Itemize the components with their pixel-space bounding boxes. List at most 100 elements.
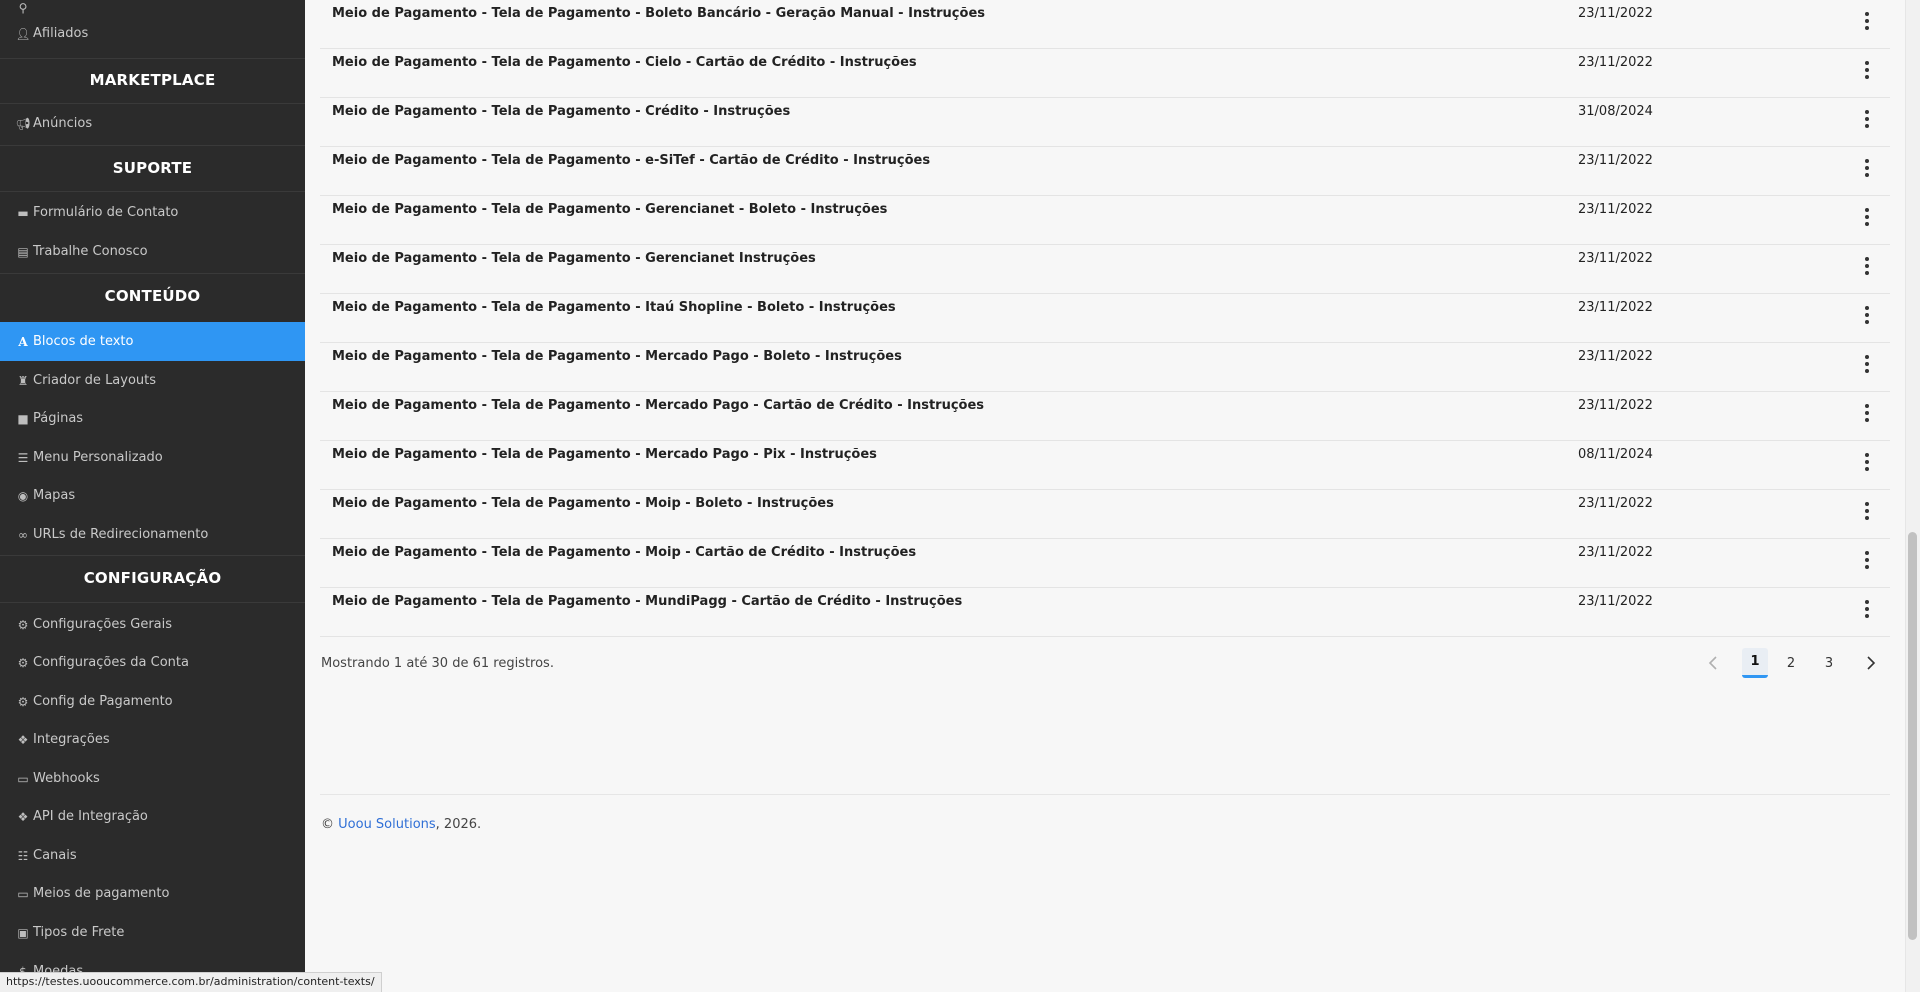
sidebar-item-formulario-contato[interactable]: ▬ Formulário de Contato xyxy=(0,193,305,232)
row-title[interactable]: Meio de Pagamento - Tela de Pagamento - … xyxy=(332,6,985,21)
row-title[interactable]: Meio de Pagamento - Tela de Pagamento - … xyxy=(332,202,887,217)
page-scrollbar[interactable] xyxy=(1905,0,1920,992)
page-button-1[interactable]: 1 xyxy=(1742,648,1768,678)
table-row[interactable]: Meio de Pagamento - Tela de Pagamento - … xyxy=(320,196,1890,245)
user-icon: 👤︎ xyxy=(15,26,31,41)
row-date: 23/11/2022 xyxy=(1578,153,1653,168)
sidebar-item-label: Anúncios xyxy=(33,116,93,131)
sidebar-item-configuracoes-conta[interactable]: ⚙ Configurações da Conta xyxy=(0,643,305,682)
table-row[interactable]: Meio de Pagamento - Tela de Pagamento - … xyxy=(320,343,1890,392)
sidebar-item-trabalhe-conosco[interactable]: ▤ Trabalhe Conosco xyxy=(0,232,305,271)
table-row[interactable]: Meio de Pagamento - Tela de Pagamento - … xyxy=(320,294,1890,343)
row-actions-button[interactable] xyxy=(1857,451,1877,473)
row-title[interactable]: Meio de Pagamento - Tela de Pagamento - … xyxy=(332,349,902,364)
list-icon: ☰ xyxy=(17,450,29,465)
row-date: 23/11/2022 xyxy=(1578,496,1653,511)
scrollbar-thumb[interactable] xyxy=(1908,532,1917,940)
sidebar-item-afiliados[interactable]: 👤︎ Afiliados xyxy=(0,14,305,53)
kebab-dot-icon xyxy=(1865,411,1869,415)
kebab-dot-icon xyxy=(1865,565,1869,569)
sidebar-item-configuracoes-gerais[interactable]: ⚙ Configurações Gerais xyxy=(0,605,305,644)
sidebar-item-meios-pagamento[interactable]: ▭ Meios de pagamento xyxy=(0,874,305,913)
row-actions-button[interactable] xyxy=(1857,255,1877,277)
row-actions-button[interactable] xyxy=(1857,402,1877,424)
row-title[interactable]: Meio de Pagamento - Tela de Pagamento - … xyxy=(332,447,877,462)
table-row[interactable]: Meio de Pagamento - Tela de Pagamento - … xyxy=(320,49,1890,98)
sidebar-item-label: Afiliados xyxy=(33,26,89,41)
table-row[interactable]: Meio de Pagamento - Tela de Pagamento - … xyxy=(320,245,1890,294)
table-row[interactable]: Meio de Pagamento - Tela de Pagamento - … xyxy=(320,147,1890,196)
sidebar-item-menu-personalizado[interactable]: ☰ Menu Personalizado xyxy=(0,438,305,477)
sidebar-item-label: Menu Personalizado xyxy=(33,450,163,465)
sidebar-item-label: Canais xyxy=(33,848,77,863)
table-row[interactable]: Meio de Pagamento - Tela de Pagamento - … xyxy=(320,441,1890,490)
company-link[interactable]: Uoou Solutions xyxy=(338,817,436,832)
row-title[interactable]: Meio de Pagamento - Tela de Pagamento - … xyxy=(332,545,916,560)
row-title[interactable]: Meio de Pagamento - Tela de Pagamento - … xyxy=(332,55,917,70)
page-button-3[interactable]: 3 xyxy=(1816,648,1842,678)
sidebar-item-tipos-frete[interactable]: ▣ Tipos de Frete xyxy=(0,913,305,952)
sidebar-item-config-pagamento[interactable]: ⚙ Config de Pagamento xyxy=(0,682,305,721)
sidebar-item-criador-layouts[interactable]: ♜ Criador de Layouts xyxy=(0,361,305,400)
sidebar-item-webhooks[interactable]: ▭ Webhooks xyxy=(0,759,305,798)
sidebar-item-blocos-texto[interactable]: A Blocos de texto xyxy=(0,322,305,361)
row-title[interactable]: Meio de Pagamento - Tela de Pagamento - … xyxy=(332,300,896,315)
row-actions-button[interactable] xyxy=(1857,108,1877,130)
kebab-dot-icon xyxy=(1865,502,1869,506)
comment-icon: ▬ xyxy=(17,205,29,220)
sidebar-item-paginas[interactable]: ■ Páginas xyxy=(0,399,305,438)
table-row[interactable]: Meio de Pagamento - Tela de Pagamento - … xyxy=(320,98,1890,147)
gear-icon: ⚙ xyxy=(17,655,29,670)
table-row[interactable]: Meio de Pagamento - Tela de Pagamento - … xyxy=(320,539,1890,588)
sidebar-item-label: Integrações xyxy=(33,732,110,747)
row-date: 23/11/2022 xyxy=(1578,300,1653,315)
row-title[interactable]: Meio de Pagamento - Tela de Pagamento - … xyxy=(332,104,790,119)
kebab-dot-icon xyxy=(1865,404,1869,408)
row-actions-button[interactable] xyxy=(1857,353,1877,375)
table-row[interactable]: Meio de Pagamento - Tela de Pagamento - … xyxy=(320,588,1890,637)
sitemap-icon: ☷ xyxy=(17,848,29,863)
row-title[interactable]: Meio de Pagamento - Tela de Pagamento - … xyxy=(332,398,984,413)
row-actions-button[interactable] xyxy=(1857,206,1877,228)
sidebar-item-urls-redirecionamento[interactable]: ∞ URLs de Redirecionamento xyxy=(0,515,305,554)
prev-page-button[interactable] xyxy=(1700,648,1726,678)
page-button-2[interactable]: 2 xyxy=(1778,648,1804,678)
row-actions-button[interactable] xyxy=(1857,10,1877,32)
sidebar-item-anuncios[interactable]: 📢︎ Anúncios xyxy=(0,104,305,143)
row-title[interactable]: Meio de Pagamento - Tela de Pagamento - … xyxy=(332,251,816,266)
row-title[interactable]: Meio de Pagamento - Tela de Pagamento - … xyxy=(332,153,930,168)
row-date: 23/11/2022 xyxy=(1578,202,1653,217)
table-row[interactable]: Meio de Pagamento - Tela de Pagamento - … xyxy=(320,490,1890,539)
kebab-dot-icon xyxy=(1865,306,1869,310)
row-title[interactable]: Meio de Pagamento - Tela de Pagamento - … xyxy=(332,496,834,511)
sidebar-item-canais[interactable]: ☷ Canais xyxy=(0,836,305,875)
next-page-button[interactable] xyxy=(1858,648,1884,678)
row-actions-button[interactable] xyxy=(1857,304,1877,326)
kebab-dot-icon xyxy=(1865,467,1869,471)
kebab-dot-icon xyxy=(1865,61,1869,65)
kebab-dot-icon xyxy=(1865,362,1869,366)
footer-divider xyxy=(320,794,1890,795)
row-actions-button[interactable] xyxy=(1857,157,1877,179)
link-icon: ∞ xyxy=(18,527,28,542)
sidebar-item-label: Criador de Layouts xyxy=(33,373,157,388)
kebab-dot-icon xyxy=(1865,264,1869,268)
row-actions-button[interactable] xyxy=(1857,549,1877,571)
row-actions-button[interactable] xyxy=(1857,598,1877,620)
sidebar-item-integracoes[interactable]: ❖ Integrações xyxy=(0,720,305,759)
row-actions-button[interactable] xyxy=(1857,500,1877,522)
sidebar-item-mapas[interactable]: ◉ Mapas xyxy=(0,476,305,515)
table-row[interactable]: Meio de Pagamento - Tela de Pagamento - … xyxy=(320,392,1890,441)
copyright-year: , 2026. xyxy=(435,817,482,832)
section-heading-configuracao: CONFIGURAÇÃO xyxy=(83,569,222,587)
kebab-dot-icon xyxy=(1865,614,1869,618)
table-row[interactable]: Meio de Pagamento - Tela de Pagamento - … xyxy=(320,0,1890,49)
sidebar-item-api-integracao[interactable]: ❖ API de Integração xyxy=(0,797,305,836)
kebab-dot-icon xyxy=(1865,509,1869,513)
kebab-dot-icon xyxy=(1865,369,1869,373)
kebab-dot-icon xyxy=(1865,607,1869,611)
row-actions-button[interactable] xyxy=(1857,59,1877,81)
kebab-dot-icon xyxy=(1865,166,1869,170)
row-title[interactable]: Meio de Pagamento - Tela de Pagamento - … xyxy=(332,594,962,609)
sidebar-item-label: API de Integração xyxy=(33,809,148,824)
